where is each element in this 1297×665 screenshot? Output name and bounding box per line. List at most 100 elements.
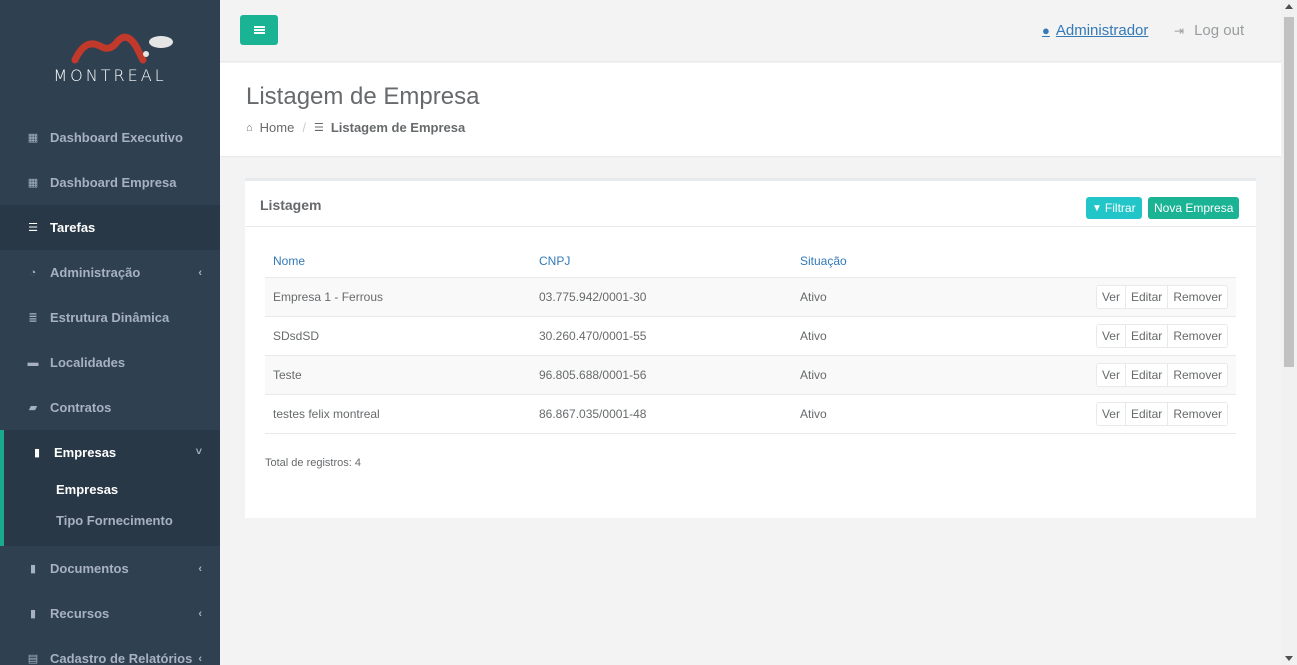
new-company-button[interactable]: Nova Empresa bbox=[1148, 197, 1240, 219]
topbar: ● Administrador ⇥ Log out bbox=[220, 0, 1281, 62]
filter-label: Filtrar bbox=[1104, 201, 1136, 215]
row-actions: Ver Editar Remover bbox=[1095, 362, 1228, 387]
sidebar-item-localidades[interactable]: ▬ Localidades bbox=[0, 340, 220, 385]
edit-button[interactable]: Editar bbox=[1125, 402, 1169, 425]
row-actions: Ver Editar Remover bbox=[1095, 401, 1228, 426]
sidebar-item-cadastro-relatorios[interactable]: ▤ Cadastro de Relatórios ‹ bbox=[0, 636, 220, 665]
sidebar-item-label: Contratos bbox=[50, 400, 112, 415]
remove-button[interactable]: Remover bbox=[1168, 285, 1227, 308]
home-icon: ⌂ bbox=[246, 121, 253, 134]
sidebar-item-recursos[interactable]: ▮ Recursos ‹ bbox=[0, 591, 220, 636]
breadcrumb-separator: / bbox=[302, 120, 306, 135]
user-icon: ● bbox=[1042, 23, 1050, 38]
dashboard-icon: ◔ bbox=[29, 266, 37, 279]
user-name: Administrador bbox=[1055, 22, 1149, 39]
cell-actions: Ver Editar Remover bbox=[992, 316, 1236, 356]
filter-button[interactable]: ▼ Filtrar bbox=[1086, 197, 1142, 219]
book-icon: ▰ bbox=[28, 402, 38, 414]
logout-link[interactable]: ⇥ Log out bbox=[1174, 22, 1244, 39]
column-header-nome[interactable]: Nome bbox=[265, 245, 531, 278]
sidebar-item-label: Tarefas bbox=[50, 220, 96, 235]
cell-nome: testes felix montreal bbox=[265, 394, 531, 434]
scroll-up-arrow-icon[interactable] bbox=[1285, 4, 1293, 9]
sidebar-item-administracao[interactable]: ◔ Administração ‹ bbox=[0, 250, 220, 295]
panel-title: Listagem bbox=[260, 197, 322, 213]
cell-cnpj: 86.867.035/0001-48 bbox=[531, 394, 792, 434]
sidebar-item-dashboard-executivo[interactable]: ▦ Dashboard Executivo bbox=[0, 115, 220, 160]
column-header-situacao[interactable]: Situação bbox=[792, 245, 992, 278]
sidebar-item-dashboard-empresa[interactable]: ▦ Dashboard Empresa bbox=[0, 160, 220, 205]
sign-out-icon: ⇥ bbox=[1174, 23, 1185, 38]
sidebar-item-label: Documentos bbox=[50, 561, 129, 576]
cell-actions: Ver Editar Remover bbox=[992, 277, 1236, 317]
cell-nome: Empresa 1 - Ferrous bbox=[265, 277, 531, 317]
breadcrumb-home[interactable]: Home bbox=[260, 120, 295, 135]
montreal-logo-icon bbox=[71, 33, 173, 64]
remove-button[interactable]: Remover bbox=[1168, 324, 1227, 347]
sidebar-subitem-tipo-fornecimento[interactable]: Tipo Fornecimento bbox=[4, 505, 220, 536]
page-scrollbar[interactable] bbox=[1281, 0, 1297, 665]
table-row: SDsdSD 30.260.470/0001-55 Ativo Ver Edita… bbox=[265, 316, 1236, 356]
remove-button[interactable]: Remover bbox=[1168, 402, 1227, 425]
th-large-icon: ▦ bbox=[27, 177, 39, 189]
sidebar-item-label: Localidades bbox=[50, 355, 126, 370]
table-row: testes felix montreal 86.867.035/0001-48… bbox=[265, 394, 1236, 434]
remove-button[interactable]: Remover bbox=[1168, 363, 1227, 386]
sidebar-item-label: Dashboard Empresa bbox=[50, 175, 177, 190]
th-large-icon: ▦ bbox=[27, 132, 39, 144]
sidebar-item-label: Empresas bbox=[54, 444, 117, 460]
cell-situacao: Ativo bbox=[792, 394, 992, 434]
breadcrumb-current: Listagem de Empresa bbox=[330, 120, 466, 135]
list-alt-icon: ▤ bbox=[27, 653, 39, 665]
briefcase-icon: ▬ bbox=[27, 356, 39, 369]
hamburger-icon bbox=[253, 26, 265, 34]
sidebar-subitem-empresas[interactable]: Empresas bbox=[4, 474, 220, 505]
chevron-left-icon: ‹ bbox=[198, 607, 202, 620]
sidebar-item-estrutura-dinamica[interactable]: ≣ Estrutura Dinâmica bbox=[0, 295, 220, 340]
cell-cnpj: 96.805.688/0001-56 bbox=[531, 355, 792, 395]
menu-toggle-button[interactable] bbox=[240, 15, 278, 45]
scroll-thumb[interactable] bbox=[1284, 17, 1294, 367]
cell-situacao: Ativo bbox=[792, 355, 992, 395]
cell-situacao: Ativo bbox=[792, 316, 992, 356]
sidebar-item-label: Estrutura Dinâmica bbox=[50, 310, 170, 325]
page-heading: Listagem de Empresa ⌂ Home / ☰ Listagem … bbox=[220, 63, 1281, 157]
scroll-down-arrow-icon[interactable] bbox=[1285, 656, 1293, 661]
brand-logo[interactable]: MONTREAL bbox=[0, 0, 220, 115]
edit-button[interactable]: Editar bbox=[1125, 363, 1169, 386]
file-icon: ▮ bbox=[33, 446, 41, 459]
edit-button[interactable]: Editar bbox=[1125, 285, 1169, 308]
companies-table: Nome CNPJ Situação Empresa 1 - Ferrous 0… bbox=[265, 245, 1236, 434]
file-icon: ▮ bbox=[29, 563, 37, 575]
sidebar-item-tarefas[interactable]: ☰ Tarefas bbox=[0, 205, 220, 250]
new-company-label: Nova Empresa bbox=[1154, 201, 1234, 215]
view-button[interactable]: Ver bbox=[1096, 285, 1126, 308]
page-title: Listagem de Empresa bbox=[246, 83, 480, 110]
listing-panel: Listagem ▼ Filtrar Nova Empresa Nome CNP… bbox=[245, 178, 1256, 518]
cell-cnpj: 03.775.942/0001-30 bbox=[531, 277, 792, 317]
sidebar-item-label: Recursos bbox=[50, 606, 110, 621]
sidebar-item-empresas[interactable]: ▮ Empresas ˅ bbox=[4, 430, 220, 474]
edit-button[interactable]: Editar bbox=[1125, 324, 1169, 347]
sidebar-item-contratos[interactable]: ▰ Contratos bbox=[0, 385, 220, 430]
database-icon: ≣ bbox=[28, 312, 38, 324]
cell-actions: Ver Editar Remover bbox=[992, 394, 1236, 434]
sidebar-item-documentos[interactable]: ▮ Documentos ‹ bbox=[0, 546, 220, 591]
cell-actions: Ver Editar Remover bbox=[992, 355, 1236, 395]
cell-cnpj: 30.260.470/0001-55 bbox=[531, 316, 792, 356]
chevron-down-icon: ˅ bbox=[195, 446, 202, 458]
tasks-icon: ☰ bbox=[28, 222, 38, 234]
file-icon: ▮ bbox=[29, 608, 37, 620]
user-link[interactable]: ● Administrador bbox=[1042, 22, 1148, 39]
sidebar-item-label: Administração bbox=[50, 265, 141, 280]
chevron-left-icon: ‹ bbox=[198, 266, 202, 279]
sidebar: MONTREAL ▦ Dashboard Executivo ▦ Dashboa… bbox=[0, 0, 220, 665]
view-button[interactable]: Ver bbox=[1096, 402, 1126, 425]
cell-nome: Teste bbox=[265, 355, 531, 395]
list-icon: ☰ bbox=[313, 122, 324, 134]
table-row: Empresa 1 - Ferrous 03.775.942/0001-30 A… bbox=[265, 277, 1236, 317]
table-row: Teste 96.805.688/0001-56 Ativo Ver Editar… bbox=[265, 355, 1236, 395]
view-button[interactable]: Ver bbox=[1096, 324, 1126, 347]
column-header-cnpj[interactable]: CNPJ bbox=[531, 245, 792, 278]
view-button[interactable]: Ver bbox=[1096, 363, 1126, 386]
